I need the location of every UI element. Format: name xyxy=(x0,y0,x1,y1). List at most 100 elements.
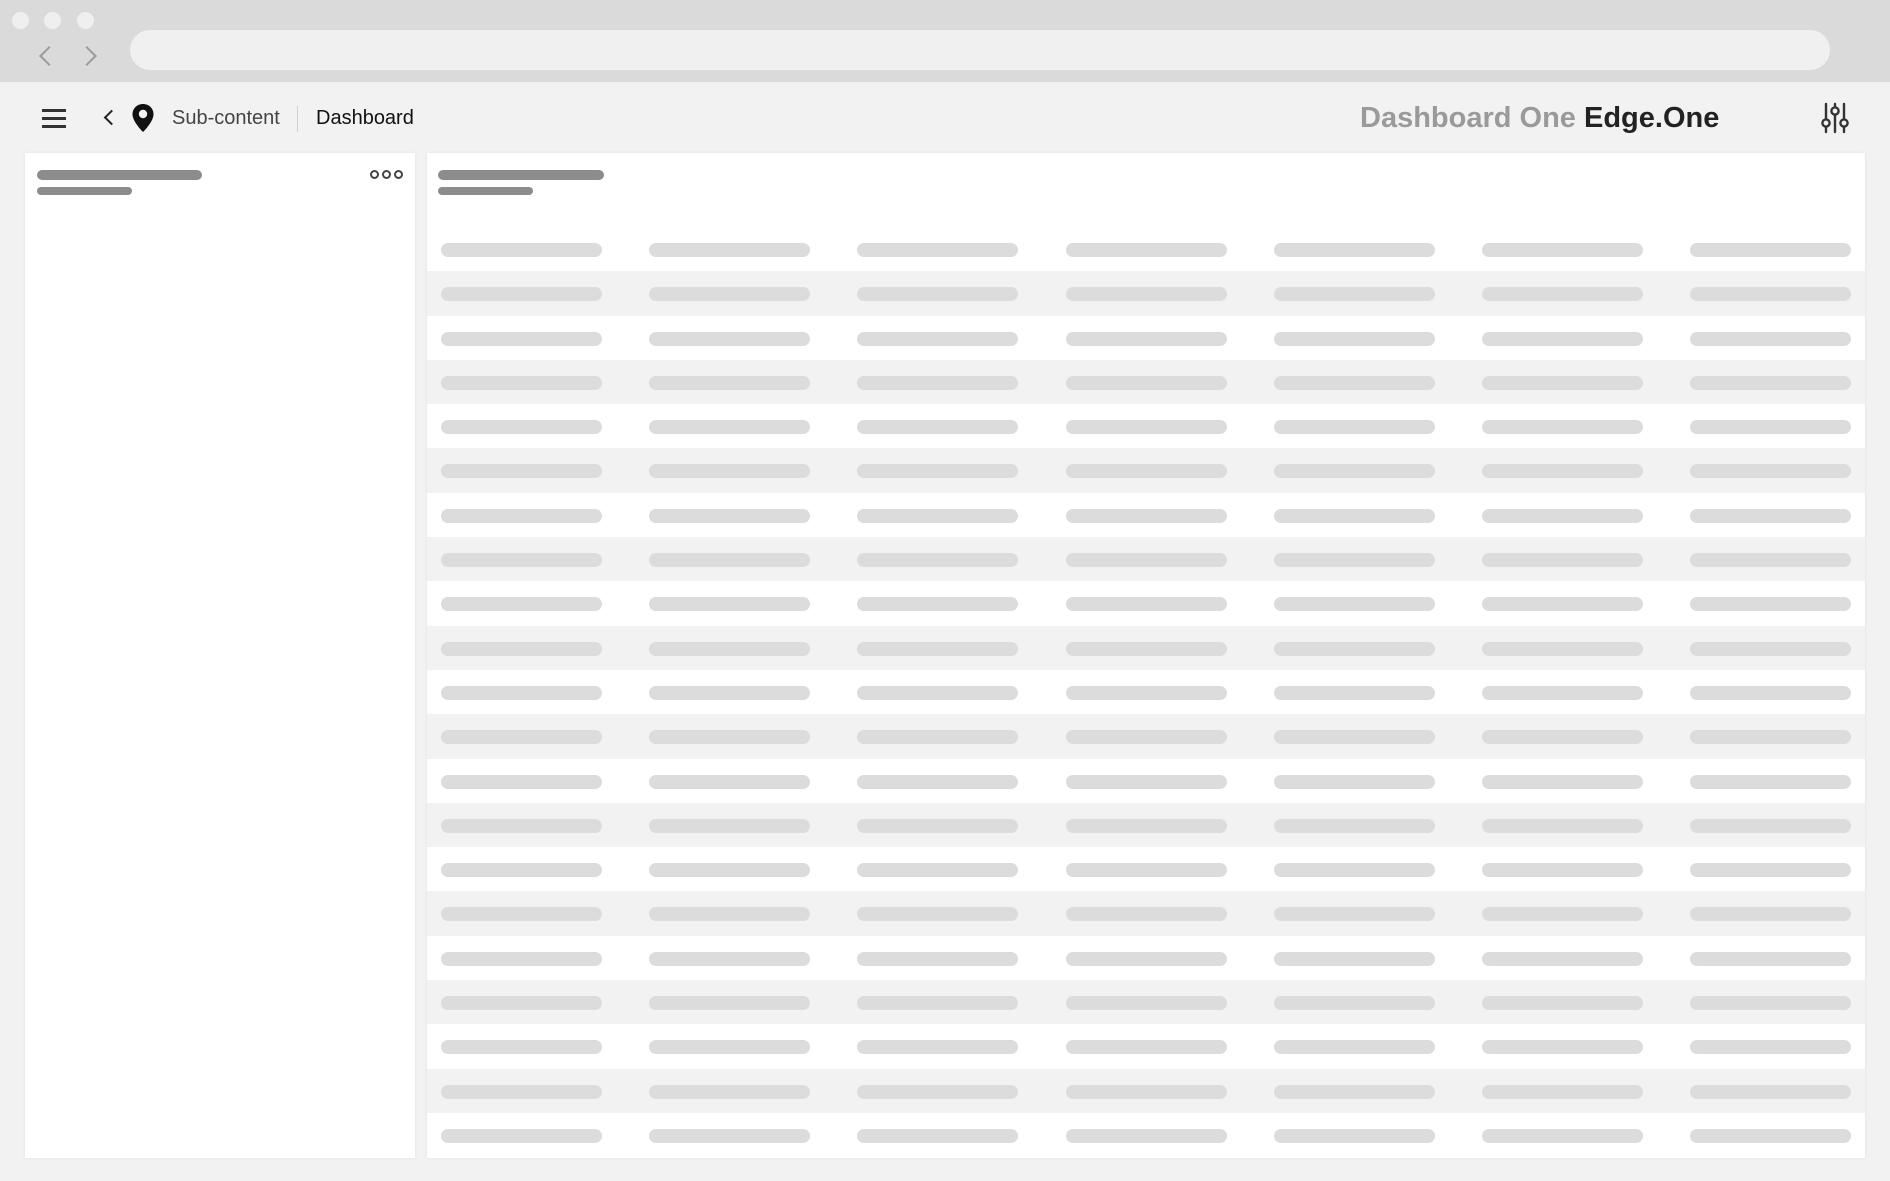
window-close-dot[interactable] xyxy=(12,12,29,29)
table-cell-placeholder xyxy=(1065,1040,1227,1055)
address-bar[interactable] xyxy=(130,30,1830,70)
table-cell-placeholder xyxy=(1482,287,1643,302)
table-cell-placeholder xyxy=(649,553,811,568)
table-cell-placeholder xyxy=(1690,730,1852,745)
table-cell-placeholder xyxy=(441,331,602,346)
table-cell-placeholder xyxy=(441,863,602,878)
table-cell-placeholder xyxy=(1065,641,1227,656)
table-cell-placeholder xyxy=(1065,951,1227,966)
table-cell-placeholder xyxy=(1690,1040,1852,1055)
table-cell-placeholder xyxy=(1482,1084,1643,1099)
table-cell-placeholder xyxy=(649,863,811,878)
table-cell-placeholder xyxy=(1690,331,1852,346)
table-row[interactable] xyxy=(427,537,1865,582)
table-cell-placeholder xyxy=(1065,907,1227,922)
table-cell-placeholder xyxy=(1273,464,1435,479)
table-row[interactable] xyxy=(427,227,1865,271)
table-row[interactable] xyxy=(427,1024,1865,1068)
table-cell-placeholder xyxy=(1065,996,1227,1011)
table-cell-placeholder xyxy=(1065,1128,1227,1143)
brand-product-name: Dashboard One xyxy=(1360,102,1576,134)
table-cell-placeholder xyxy=(441,774,602,789)
brand-title: Dashboard One Edge.One xyxy=(1360,102,1719,135)
table-cell-placeholder xyxy=(441,818,602,833)
table-cell-placeholder xyxy=(1482,996,1643,1011)
table-cell-placeholder xyxy=(1690,553,1852,568)
table-cell-placeholder xyxy=(857,685,1019,700)
table-cell-placeholder xyxy=(441,951,602,966)
table-cell-placeholder xyxy=(649,1040,811,1055)
table-cell-placeholder xyxy=(1065,1084,1227,1099)
main-panel-subtitle-placeholder xyxy=(438,187,533,195)
table-cell-placeholder xyxy=(649,420,811,435)
table-cell-placeholder xyxy=(1482,774,1643,789)
table-cell-placeholder xyxy=(857,243,1019,257)
table-cell-placeholder xyxy=(1065,818,1227,833)
table-row[interactable] xyxy=(427,847,1865,891)
table-cell-placeholder xyxy=(441,685,602,700)
table-row[interactable] xyxy=(427,316,1865,360)
table-cell-placeholder xyxy=(1065,685,1227,700)
table-cell-placeholder xyxy=(1482,243,1643,257)
table-row[interactable] xyxy=(427,271,1865,316)
table-cell-placeholder xyxy=(1273,375,1435,390)
table-cell-placeholder xyxy=(1482,685,1643,700)
table-cell-placeholder xyxy=(441,375,602,390)
table-cell-placeholder xyxy=(1482,597,1643,612)
table-cell-placeholder xyxy=(1482,818,1643,833)
table-cell-placeholder xyxy=(441,996,602,1011)
table-row[interactable] xyxy=(427,670,1865,714)
sliders-icon[interactable] xyxy=(1820,102,1850,134)
table-cell-placeholder xyxy=(1482,508,1643,523)
table-row[interactable] xyxy=(427,493,1865,537)
table-cell-placeholder xyxy=(1273,774,1435,789)
window-maximize-dot[interactable] xyxy=(77,12,94,29)
table-cell-placeholder xyxy=(857,907,1019,922)
more-options-icon[interactable] xyxy=(370,167,406,181)
brand-company-name: Edge.One xyxy=(1584,102,1720,134)
table-cell-placeholder xyxy=(1690,464,1852,479)
table-cell-placeholder xyxy=(1273,331,1435,346)
breadcrumb-divider xyxy=(297,106,298,132)
table-row[interactable] xyxy=(427,581,1865,625)
table-row[interactable] xyxy=(427,936,1865,980)
table-cell-placeholder xyxy=(441,464,602,479)
table-row[interactable] xyxy=(427,1113,1865,1157)
table-row[interactable] xyxy=(427,802,1865,848)
window-minimize-dot[interactable] xyxy=(44,12,61,29)
breadcrumb-parent-link[interactable]: Sub-content xyxy=(172,107,280,130)
table-cell-placeholder xyxy=(1065,243,1227,257)
table-cell-placeholder xyxy=(649,907,811,922)
table-row[interactable] xyxy=(427,891,1865,936)
table-cell-placeholder xyxy=(649,1128,811,1143)
table-row[interactable] xyxy=(427,980,1865,1025)
table-row[interactable] xyxy=(427,359,1865,405)
table-row[interactable] xyxy=(427,404,1865,448)
table-row[interactable] xyxy=(427,625,1865,670)
table-cell-placeholder xyxy=(857,1084,1019,1099)
table-cell-placeholder xyxy=(1482,1040,1643,1055)
browser-back-arrow-icon[interactable] xyxy=(39,46,59,66)
table-cell-placeholder xyxy=(1482,907,1643,922)
hamburger-menu-icon[interactable] xyxy=(42,108,66,128)
chevron-left-icon[interactable] xyxy=(103,109,120,126)
table-cell-placeholder xyxy=(649,331,811,346)
table-cell-placeholder xyxy=(649,508,811,523)
map-pin-icon xyxy=(132,104,154,132)
left-panel-subtitle-placeholder xyxy=(37,187,132,195)
breadcrumb-current: Dashboard xyxy=(316,107,414,129)
table-cell-placeholder xyxy=(1273,818,1435,833)
table-cell-placeholder xyxy=(649,243,811,257)
table-cell-placeholder xyxy=(1482,553,1643,568)
table-row[interactable] xyxy=(427,1068,1865,1113)
table-cell-placeholder xyxy=(857,863,1019,878)
table-cell-placeholder xyxy=(1273,420,1435,435)
browser-forward-arrow-icon[interactable] xyxy=(77,46,97,66)
table-row[interactable] xyxy=(427,759,1865,803)
table-cell-placeholder xyxy=(1690,1084,1852,1099)
table-row[interactable] xyxy=(427,714,1865,759)
table-cell-placeholder xyxy=(857,1040,1019,1055)
table-cell-placeholder xyxy=(1690,774,1852,789)
table-row[interactable] xyxy=(427,448,1865,493)
table-cell-placeholder xyxy=(857,1128,1019,1143)
